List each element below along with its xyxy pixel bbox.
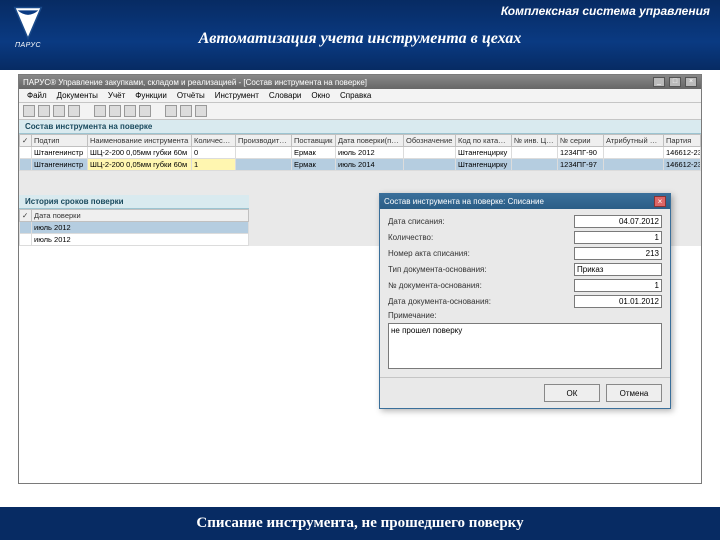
- dialog-close-button[interactable]: ×: [654, 196, 666, 207]
- writeoff-date-input[interactable]: 04.07.2012: [574, 215, 662, 228]
- toolbar: [19, 103, 701, 120]
- dialog-title: Состав инструмента на поверке: Списание: [384, 197, 544, 206]
- toolbar-icon[interactable]: [38, 105, 50, 117]
- close-button[interactable]: ×: [685, 77, 697, 87]
- verification-grid[interactable]: ✓ Подтип Наименование инструмента Количе…: [19, 134, 701, 171]
- section-title-history: История сроков поверки: [19, 195, 249, 209]
- grid-header-row: ✓ Подтип Наименование инструмента Количе…: [20, 135, 701, 147]
- menubar: Файл Документы Учёт Функции Отчёты Инстр…: [19, 89, 701, 103]
- brand-tagline: Комплексная система управления: [501, 4, 710, 18]
- grid-col[interactable]: Код по каталогу: [456, 135, 512, 147]
- field-label: Номер акта списания:: [388, 249, 570, 258]
- doc-number-input[interactable]: 1: [574, 279, 662, 292]
- field-label: Примечание:: [388, 311, 662, 320]
- grid-col[interactable]: № серии: [558, 135, 604, 147]
- menu-accounting[interactable]: Учёт: [104, 90, 129, 101]
- minimize-button[interactable]: _: [653, 77, 665, 87]
- grid-col[interactable]: Поставщик: [292, 135, 336, 147]
- grid-col[interactable]: Количество: [192, 135, 236, 147]
- toolbar-icon[interactable]: [124, 105, 136, 117]
- writeoff-dialog: Состав инструмента на поверке: Списание …: [379, 193, 671, 409]
- menu-functions[interactable]: Функции: [131, 90, 171, 101]
- brand-logo-text: ПАРУС: [15, 42, 41, 49]
- maximize-button[interactable]: □: [669, 77, 681, 87]
- dialog-titlebar[interactable]: Состав инструмента на поверке: Списание …: [380, 194, 670, 209]
- toolbar-icon[interactable]: [23, 105, 35, 117]
- grid-col[interactable]: Производитель: [236, 135, 292, 147]
- grid-col[interactable]: Дата поверки(план) ▾: [336, 135, 404, 147]
- grid-col[interactable]: Подтип: [32, 135, 88, 147]
- menu-file[interactable]: Файл: [23, 90, 51, 101]
- grid-col[interactable]: Обозначение: [404, 135, 456, 147]
- toolbar-icon[interactable]: [180, 105, 192, 117]
- menu-tool[interactable]: Инструмент: [211, 90, 263, 101]
- table-row-selected[interactable]: июль 2012: [20, 222, 249, 234]
- grid-col[interactable]: Атрибутный набор: [604, 135, 664, 147]
- history-grid[interactable]: ✓ Дата поверки июль 2012 июль 2012: [19, 209, 249, 246]
- menu-reports[interactable]: Отчёты: [173, 90, 209, 101]
- doc-type-input[interactable]: Приказ: [574, 263, 662, 276]
- field-label: Тип документа-основания:: [388, 265, 570, 274]
- app-window: ПАРУС® Управление закупками, складом и р…: [18, 74, 702, 484]
- grid-col-check[interactable]: ✓: [20, 135, 32, 147]
- toolbar-icon[interactable]: [94, 105, 106, 117]
- toolbar-icon[interactable]: [165, 105, 177, 117]
- toolbar-icon[interactable]: [139, 105, 151, 117]
- field-label: Количество:: [388, 233, 570, 242]
- section-title-verification: Состав инструмента на поверке: [19, 120, 701, 134]
- slide-title: Автоматизация учета инструмента в цехах: [10, 30, 710, 48]
- history-block: История сроков поверки ✓ Дата поверки ию…: [19, 195, 249, 246]
- table-row[interactable]: ШтангенинстрШЦ-2-200 0,05мм губки 60м0Ер…: [20, 147, 701, 159]
- field-label: Дата списания:: [388, 217, 570, 226]
- quantity-input[interactable]: 1: [574, 231, 662, 244]
- menu-window[interactable]: Окно: [307, 90, 334, 101]
- grid-col[interactable]: № инв. ЦИС: [512, 135, 558, 147]
- grid-col[interactable]: Партия: [664, 135, 701, 147]
- table-row-selected[interactable]: ШтангенинстрШЦ-2-200 0,05мм губки 60м1Ер…: [20, 159, 701, 171]
- field-label: № документа-основания:: [388, 281, 570, 290]
- act-number-input[interactable]: 213: [574, 247, 662, 260]
- slide-header: ПАРУС Комплексная система управления Авт…: [0, 0, 720, 70]
- table-row[interactable]: июль 2012: [20, 234, 249, 246]
- menu-documents[interactable]: Документы: [53, 90, 102, 101]
- note-textarea[interactable]: [388, 323, 662, 369]
- grid-col[interactable]: Дата поверки: [32, 210, 249, 222]
- grid-col-check[interactable]: ✓: [20, 210, 32, 222]
- menu-dictionaries[interactable]: Словари: [265, 90, 306, 101]
- ok-button[interactable]: ОК: [544, 384, 600, 402]
- toolbar-icon[interactable]: [68, 105, 80, 117]
- toolbar-icon[interactable]: [195, 105, 207, 117]
- toolbar-icon[interactable]: [109, 105, 121, 117]
- doc-date-input[interactable]: 01.01.2012: [574, 295, 662, 308]
- app-title: ПАРУС® Управление закупками, складом и р…: [23, 78, 367, 87]
- app-titlebar: ПАРУС® Управление закупками, складом и р…: [19, 75, 701, 89]
- brand-logo: ПАРУС: [6, 6, 50, 60]
- menu-help[interactable]: Справка: [336, 90, 375, 101]
- grid-col[interactable]: Наименование инструмента: [88, 135, 192, 147]
- cancel-button[interactable]: Отмена: [606, 384, 662, 402]
- slide-footer: Списание инструмента, не прошедшего пове…: [0, 507, 720, 540]
- field-label: Дата документа-основания:: [388, 297, 570, 306]
- toolbar-icon[interactable]: [53, 105, 65, 117]
